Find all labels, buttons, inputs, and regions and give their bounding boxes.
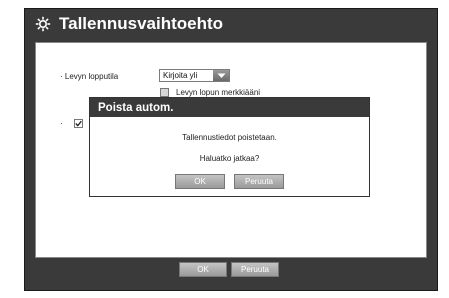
checkmark-icon <box>75 120 82 127</box>
chevron-down-icon <box>213 70 229 81</box>
disk-end-beep-label: Levyn lopun merkkiääni <box>176 88 261 97</box>
dialog-ok-button[interactable]: OK <box>175 174 225 189</box>
auto-delete-dialog: Poista autom. Tallennustiedot poistetaan… <box>89 97 370 197</box>
ok-button[interactable]: OK <box>179 262 227 277</box>
dialog-cancel-button[interactable]: Peruuta <box>234 174 284 189</box>
title-bar: Tallennusvaihtoehto <box>25 9 437 39</box>
cancel-button[interactable]: Peruuta <box>231 262 279 277</box>
dialog-message-line1: Tallennustiedot poistetaan. <box>182 133 277 142</box>
disk-end-select[interactable]: Kirjoita yli <box>159 69 230 82</box>
auto-delete-checkbox[interactable] <box>74 119 83 128</box>
disk-end-select-value: Kirjoita yli <box>163 71 198 80</box>
disk-end-label: · Levyn lopputila <box>60 72 119 81</box>
window-title: Tallennusvaihtoehto <box>59 14 224 33</box>
gear-icon <box>32 13 54 35</box>
dialog-title: Poista autom. <box>90 98 369 117</box>
dialog-message-line2: Haluatko jatkaa? <box>199 154 260 163</box>
auto-delete-bullet: · <box>60 119 63 128</box>
disk-end-beep-checkbox[interactable] <box>160 88 169 97</box>
